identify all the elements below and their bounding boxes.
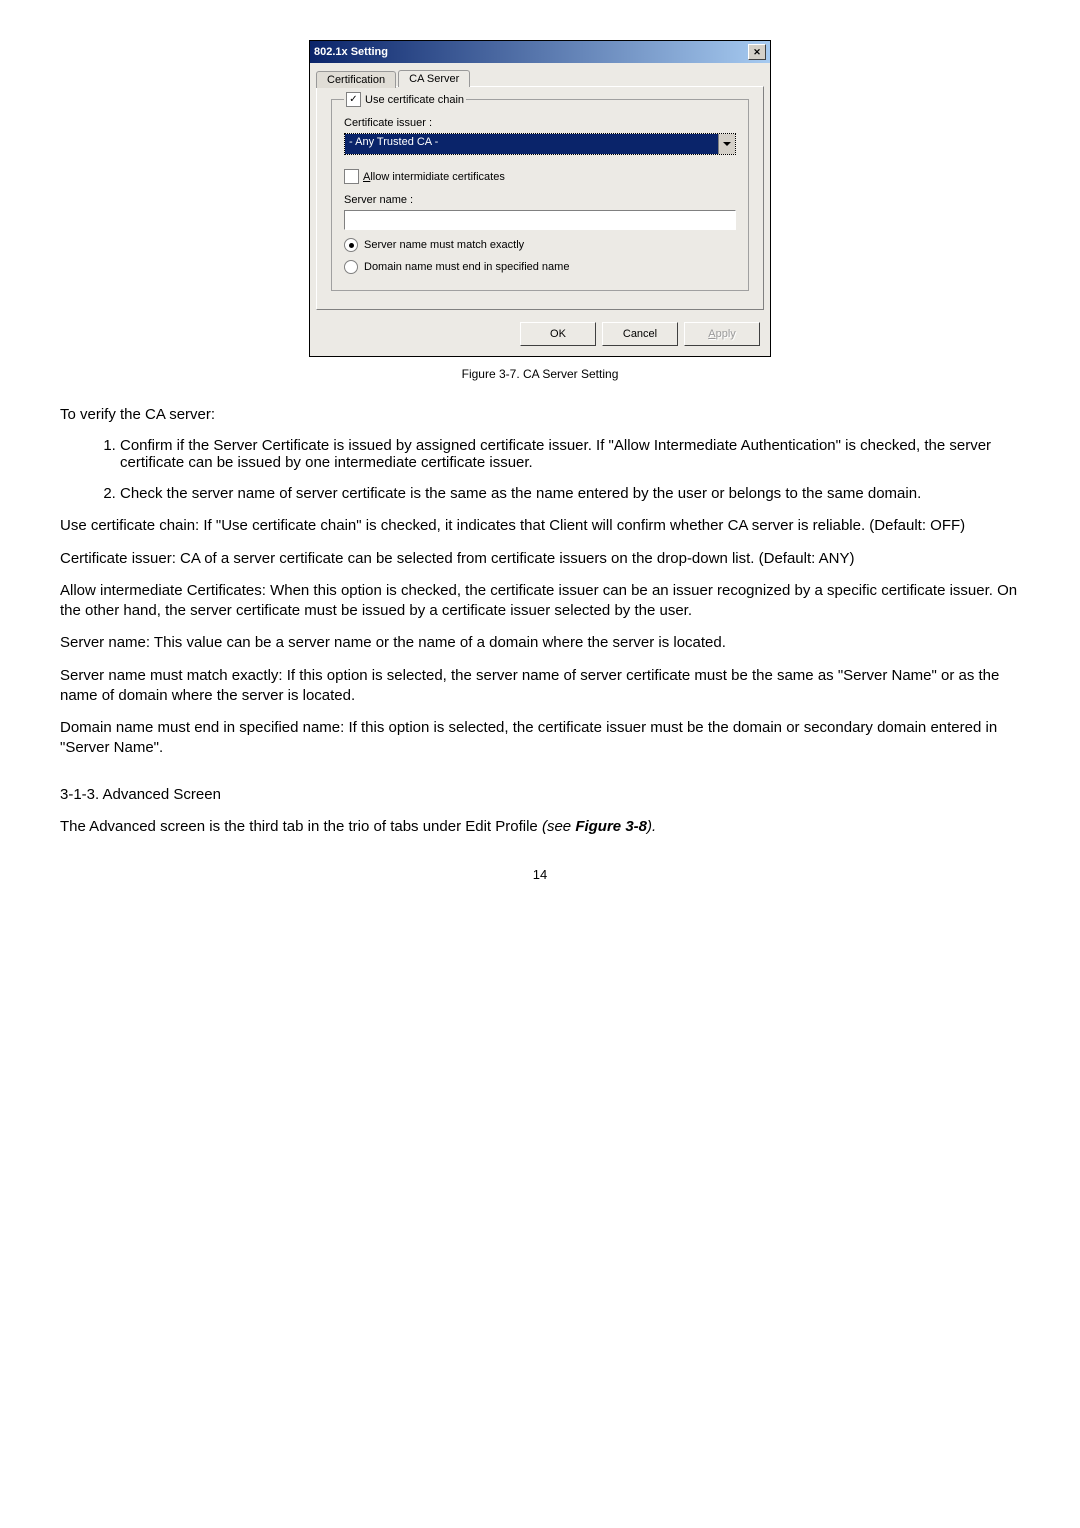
server-name-input[interactable]: [344, 210, 736, 230]
checkbox-icon: ✓: [346, 92, 361, 107]
radio-icon: [344, 260, 358, 274]
dialog-wrapper: 802.1x Setting ✕ Certification CA Server…: [60, 40, 1020, 357]
subsection-heading: 3-1-3. Advanced Screen: [60, 785, 1020, 805]
radio-label: Domain name must end in specified name: [364, 261, 569, 273]
title-text: 802.1x Setting: [314, 46, 388, 58]
list-item: Confirm if the Server Certificate is iss…: [120, 437, 1020, 471]
verify-list: Confirm if the Server Certificate is iss…: [120, 437, 1020, 502]
tab-certification[interactable]: Certification: [316, 71, 396, 88]
cancel-button[interactable]: Cancel: [602, 322, 678, 346]
paragraph-cert-issuer: Certificate issuer: CA of a server certi…: [60, 549, 1020, 569]
ok-button[interactable]: OK: [520, 322, 596, 346]
server-name-label: Server name :: [344, 194, 736, 206]
intro-text: To verify the CA server:: [60, 405, 1020, 425]
allow-intermediate-checkbox[interactable]: Allow intermidiate certificates: [344, 169, 736, 184]
close-icon[interactable]: ✕: [748, 44, 766, 60]
paragraph-advanced: The Advanced screen is the third tab in …: [60, 817, 1020, 837]
cert-issuer-value: - Any Trusted CA -: [345, 134, 718, 154]
cert-issuer-label: Certificate issuer :: [344, 117, 736, 129]
paragraph-domain-end: Domain name must end in specified name: …: [60, 718, 1020, 759]
figure-caption: Figure 3-7. CA Server Setting: [60, 367, 1020, 381]
titlebar: 802.1x Setting ✕: [310, 41, 770, 63]
button-row: OK Cancel Apply: [310, 316, 770, 356]
allow-intermediate-label: Allow intermidiate certificates: [363, 171, 505, 183]
apply-button[interactable]: Apply: [684, 322, 760, 346]
paragraph-match-exactly: Server name must match exactly: If this …: [60, 666, 1020, 707]
chevron-down-icon: [718, 134, 735, 154]
tab-body: ✓ Use certificate chain Certificate issu…: [316, 86, 764, 310]
tab-ca-server[interactable]: CA Server: [398, 70, 470, 87]
use-cert-chain-label: Use certificate chain: [365, 94, 464, 106]
checkbox-icon: [344, 169, 359, 184]
radio-match-exactly[interactable]: Server name must match exactly: [344, 238, 736, 252]
radio-label: Server name must match exactly: [364, 239, 524, 251]
use-cert-chain-checkbox[interactable]: ✓ Use certificate chain: [344, 92, 466, 107]
fieldset-cert-chain: ✓ Use certificate chain Certificate issu…: [331, 99, 749, 291]
radio-icon: [344, 238, 358, 252]
dialog-802-1x: 802.1x Setting ✕ Certification CA Server…: [309, 40, 771, 357]
page-number: 14: [60, 867, 1020, 882]
cert-issuer-dropdown[interactable]: - Any Trusted CA -: [344, 133, 736, 155]
tab-row: Certification CA Server: [310, 63, 770, 86]
paragraph-use-chain: Use certificate chain: If "Use certifica…: [60, 516, 1020, 536]
paragraph-allow-inter: Allow intermediate Certificates: When th…: [60, 581, 1020, 622]
list-item: Check the server name of server certific…: [120, 485, 1020, 502]
paragraph-server-name: Server name: This value can be a server …: [60, 633, 1020, 653]
radio-domain-end[interactable]: Domain name must end in specified name: [344, 260, 736, 274]
